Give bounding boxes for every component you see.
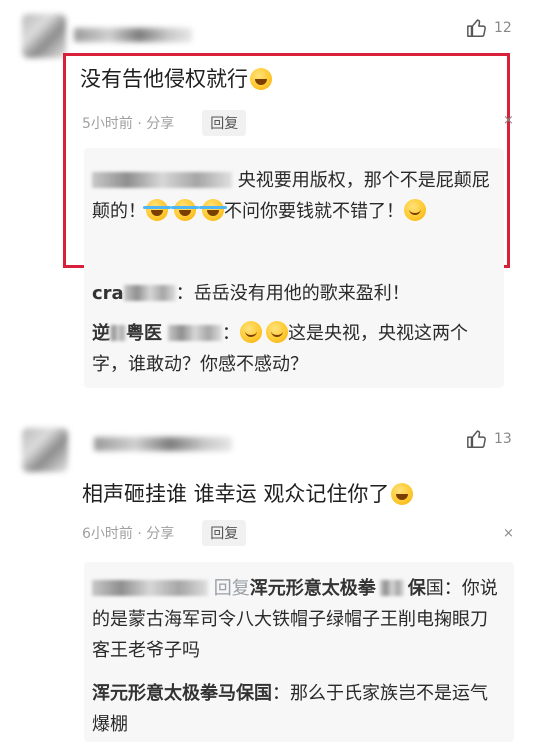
blurred-username [168, 325, 222, 341]
username[interactable] [74, 28, 192, 42]
reply-author[interactable]: 浑元形意太极拳 [250, 578, 376, 599]
reply-item: 央视要用版权，那个不是屁颠屁颠的！ 不问你要钱就不错了！ [92, 170, 490, 222]
reply-button[interactable]: 回复 [202, 520, 247, 546]
reply-author[interactable]: 浑元形意太极拳马保国 [92, 683, 272, 704]
comment-text: 没有告他侵权就行 [80, 63, 272, 93]
like-count: 12 [494, 20, 512, 36]
time-share[interactable]: 6小时前 · 分享 [82, 523, 174, 543]
like-button[interactable]: 12 [466, 17, 512, 39]
blurred-username [92, 172, 232, 188]
tears-of-joy-emoji [171, 199, 199, 221]
smiling-emoji [266, 321, 288, 343]
close-icon[interactable]: × [503, 113, 514, 128]
thumbs-up-icon [467, 19, 486, 37]
smiling-emoji [240, 321, 262, 343]
comment-meta: 5小时前 · 分享 回复 [82, 110, 247, 136]
blurred-username [110, 325, 126, 341]
blurred-username [92, 580, 208, 596]
tears-of-joy-emoji [143, 199, 171, 221]
comment-text: 相声砸挂谁 谁幸运 观众记住你了 [82, 478, 414, 508]
blurred-username [379, 580, 404, 596]
time-share[interactable]: 5小时前 · 分享 [82, 113, 174, 133]
username[interactable] [94, 437, 232, 451]
reply-button[interactable]: 回复 [202, 110, 247, 136]
reply-item: 回复浑元形意太极拳 保国：你说的是蒙古海军司令八大铁帽子绿帽子王削电掬眼刀客王老爷… [92, 578, 498, 661]
like-count: 13 [494, 431, 512, 447]
reply-item: 浑元形意太极拳马保国：那么于氏家族岂不是运气爆棚 [92, 683, 488, 735]
avatar[interactable] [22, 428, 68, 472]
grinning-emoji [391, 483, 414, 505]
reply-author[interactable]: 逆 [92, 323, 110, 344]
tears-of-joy-emoji [199, 199, 227, 221]
reply-author[interactable]: cra [92, 283, 124, 304]
smiling-emoji [404, 199, 426, 221]
grinning-emoji [250, 68, 272, 90]
avatar[interactable] [22, 14, 66, 58]
reply-item: cra ：岳岳没有用他的歌来盈利！ [92, 283, 410, 304]
close-icon[interactable]: × [503, 526, 514, 541]
comment-meta: 6小时前 · 分享 回复 [82, 520, 247, 546]
reply-item: 逆粤医：这是央视，央视这两个字，谁敢动？你感不感动？ [92, 321, 468, 375]
thumbs-up-icon [467, 430, 486, 448]
blurred-username [123, 285, 176, 301]
like-button[interactable]: 13 [466, 428, 512, 450]
